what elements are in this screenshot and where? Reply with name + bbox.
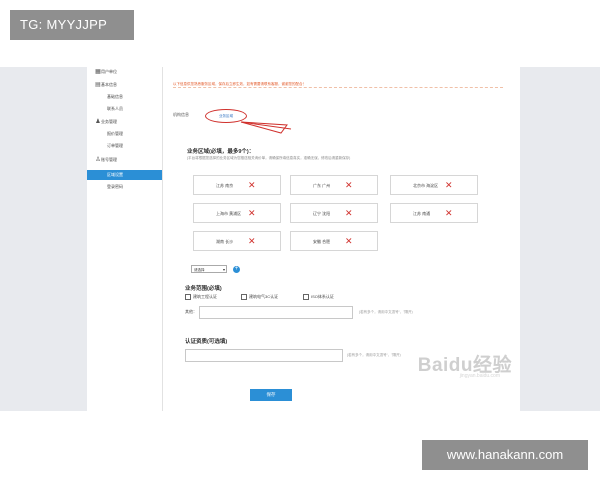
checkbox-icon: [303, 294, 309, 300]
remove-icon[interactable]: ✕: [345, 236, 353, 246]
certification-title: 认证资质(可选填): [185, 339, 228, 345]
bottom-overlay-label: www.hanakann.com: [422, 440, 588, 470]
tab-service-area[interactable]: 业务区域: [205, 109, 247, 123]
top-overlay-label: TG: MYYJJPP: [10, 10, 134, 40]
region-chip: 广东 广州 ✕: [290, 175, 378, 195]
remove-icon[interactable]: ✕: [445, 208, 453, 218]
scope-option-checkbox[interactable]: 建筑电气3C认证: [241, 294, 278, 300]
add-region-icon[interactable]: +: [233, 266, 240, 273]
checkbox-icon: [185, 294, 191, 300]
app-window: ▦用户单位 ▤基本信息 基础信息 联系人员 ♟业务管理 报价管理 订单管理 ♙账…: [87, 67, 520, 411]
sidebar-item-region-settings[interactable]: 区域设置: [87, 170, 162, 180]
screenshot-area: ▦用户单位 ▤基本信息 基础信息 联系人员 ♟业务管理 报价管理 订单管理 ♙账…: [0, 67, 600, 411]
watermark-url: jingyan.baidu.com: [459, 373, 500, 379]
checkbox-icon: [241, 294, 247, 300]
other-scope-label: 其他：: [185, 309, 197, 314]
sidebar-item-account[interactable]: ♙账号管理: [87, 155, 162, 165]
sidebar-item-base-info[interactable]: 基础信息: [87, 92, 162, 102]
sidebar-item-business[interactable]: ♟业务管理: [87, 117, 162, 127]
region-chip: 安徽 合肥 ✕: [290, 231, 378, 251]
sidebar-item-password[interactable]: 登录密码: [87, 182, 162, 192]
region-chip: 辽宁 沈阳 ✕: [290, 203, 378, 223]
remove-icon[interactable]: ✕: [248, 208, 256, 218]
region-select[interactable]: 请选择 ▾: [191, 265, 227, 273]
sidebar-item-basic-info[interactable]: ▤基本信息: [87, 80, 162, 90]
sidebar-item-user-unit[interactable]: ▦用户单位: [87, 67, 162, 77]
main-content: 以下信息供您熟悉服务区域，保存后立即生效，如有需要请联系客服，谢谢您的配合！ 机…: [163, 67, 520, 411]
service-area-hint: (平台将根据您选择的业务区域为您推送相关询价单，请确保所填信息真实，准确无误，修…: [187, 156, 351, 160]
sidebar: ▦用户单位 ▤基本信息 基础信息 联系人员 ♟业务管理 报价管理 订单管理 ♙账…: [87, 67, 163, 411]
sidebar-item-orders[interactable]: 订单管理: [87, 141, 162, 151]
notice-banner: 以下信息供您熟悉服务区域，保存后立即生效，如有需要请联系客服，谢谢您的配合！: [173, 81, 503, 88]
other-scope-hint: (若有多个，请用中文逗号“，”隔开): [359, 310, 413, 314]
remove-icon[interactable]: ✕: [445, 180, 453, 190]
scope-option-checkbox[interactable]: ISO体系认证: [303, 294, 334, 300]
remove-icon[interactable]: ✕: [345, 180, 353, 190]
service-scope-title: 业务范围(必填): [185, 286, 222, 292]
certification-hint: (若有多个，请用中文逗号“，”隔开): [347, 353, 401, 357]
region-chip: 江苏 南通 ✕: [390, 203, 478, 223]
remove-icon[interactable]: ✕: [248, 236, 256, 246]
chevron-down-icon: ▾: [222, 267, 225, 272]
region-chip: 上海市 黄浦区 ✕: [193, 203, 281, 223]
remove-icon[interactable]: ✕: [248, 180, 256, 190]
other-scope-input[interactable]: [199, 306, 353, 319]
tab-org-info[interactable]: 机构信息: [173, 109, 189, 121]
scope-option-checkbox[interactable]: 建筑工程认证: [185, 294, 217, 300]
sidebar-item-contacts[interactable]: 联系人员: [87, 104, 162, 114]
service-area-title: 业务区域(必填，最多9个)：: [187, 149, 255, 155]
certification-input[interactable]: [185, 349, 343, 362]
region-chip: 江苏 南京 ✕: [193, 175, 281, 195]
remove-icon[interactable]: ✕: [345, 208, 353, 218]
region-chip: 北京市 海淀区 ✕: [390, 175, 478, 195]
save-button[interactable]: 保存: [250, 389, 292, 401]
sidebar-item-quotes[interactable]: 报价管理: [87, 129, 162, 139]
region-chip: 湖南 长沙 ✕: [193, 231, 281, 251]
